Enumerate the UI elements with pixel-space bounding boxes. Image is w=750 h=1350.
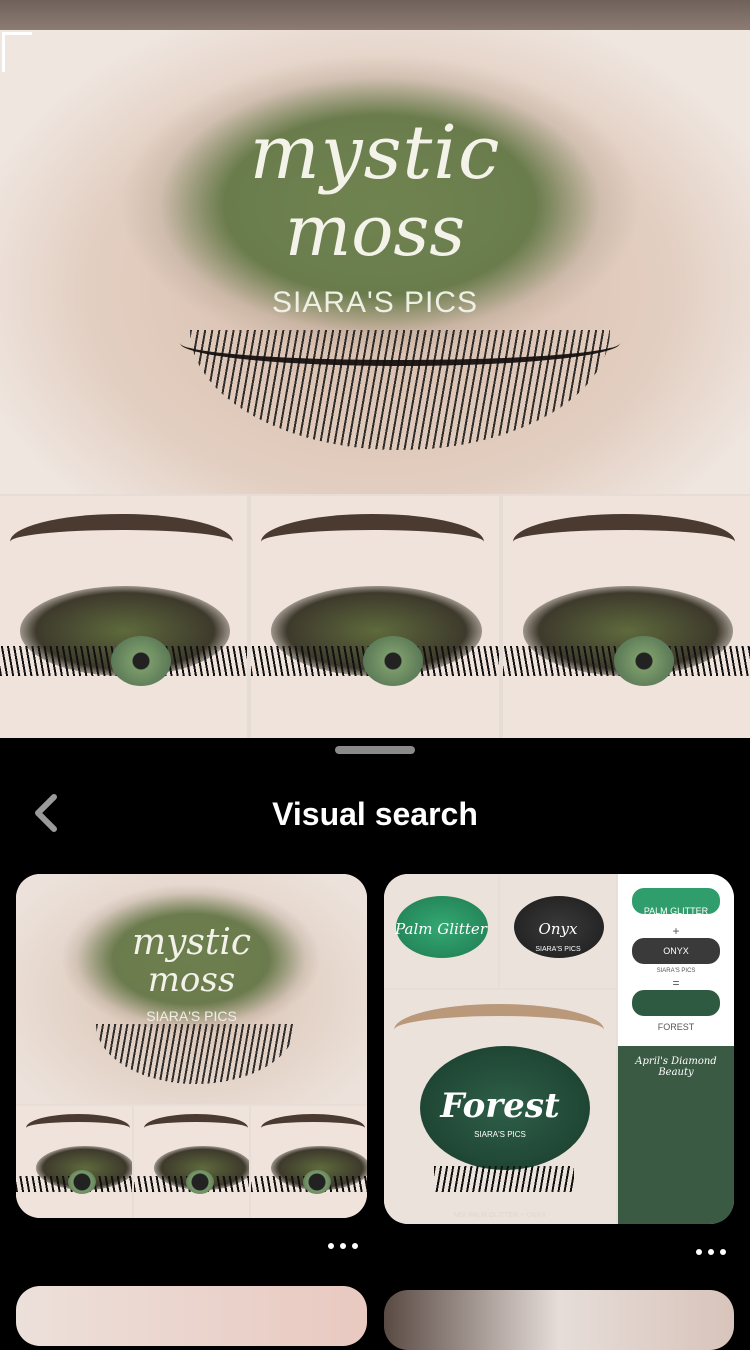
plus-sign: +	[672, 924, 680, 938]
forest-eye-image: Forest SIARA'S PICS MIX PALM GLITTER + O…	[384, 990, 616, 1224]
eye-look-thumbnail	[251, 496, 499, 738]
onyx-label: Onyx	[538, 920, 578, 938]
swatch-mid-watermark: SIARA'S PICS	[656, 968, 696, 974]
hero-watermark: SIARA'S PICS	[271, 286, 479, 319]
pin-title-line1: mystic	[131, 922, 252, 963]
hero-eye-thumbnails	[0, 496, 750, 738]
swatch-mid-label: ONYX	[663, 946, 689, 956]
pin-watermark: SIARA'S PICS	[146, 1008, 237, 1024]
result-pin-forest[interactable]: Palm Glitter Onyx SIARA'S PICS PALM GLIT…	[384, 874, 734, 1224]
lashes	[190, 330, 610, 450]
onyx-swatch-image: Onyx SIARA'S PICS	[500, 874, 616, 988]
visual-search-header: Visual search	[0, 770, 750, 860]
eye-look-thumbnail	[502, 496, 750, 738]
more-dots-icon	[328, 1243, 334, 1249]
pin-main-image: mystic moss SIARA'S PICS	[16, 874, 367, 1104]
pin-more-button[interactable]	[696, 1244, 726, 1260]
forest-label: Forest	[440, 1086, 560, 1126]
result-pin[interactable]	[16, 1286, 367, 1346]
eye-look-thumbnail	[16, 1106, 132, 1218]
mix-note: MIX PALM GLITTER + ONYX	[453, 1212, 547, 1219]
equals-sign: =	[672, 976, 680, 990]
onyx-watermark: SIARA'S PICS	[535, 946, 581, 953]
result-pin[interactable]	[384, 1290, 734, 1350]
hero-title-line2: moss	[284, 190, 466, 272]
result-pin-mystic-moss[interactable]: mystic moss SIARA'S PICS	[16, 874, 367, 1218]
swatch-top-label: PALM GLITTER	[643, 906, 709, 916]
color-mix-legend: PALM GLITTER + ONYX SIARA'S PICS = FORES…	[618, 874, 734, 1046]
forest-watermark: SIARA'S PICS	[474, 1130, 526, 1139]
brand-panel: April's Diamond Beauty	[618, 1046, 734, 1224]
hero-main-eye-image: mystic moss SIARA'S PICS	[0, 30, 750, 494]
results-grid: mystic moss SIARA'S PICS Palm Glitter On…	[0, 870, 750, 1350]
crop-corner-handle[interactable]	[2, 32, 32, 72]
sheet-drag-handle[interactable]	[335, 746, 415, 754]
palm-glitter-swatch-image: Palm Glitter	[384, 874, 498, 988]
eye-look-thumbnail	[251, 1106, 367, 1218]
pin-title-line2: moss	[147, 960, 236, 1000]
page-title: Visual search	[272, 796, 478, 832]
status-strip	[0, 0, 750, 30]
eye-look-thumbnail	[133, 1106, 250, 1218]
hero-title-line1: mystic	[249, 110, 501, 196]
more-dots-icon	[696, 1249, 702, 1255]
eye-look-thumbnail	[0, 496, 248, 738]
pin-more-button[interactable]	[328, 1238, 358, 1254]
pin-eye-thumbnails	[16, 1106, 367, 1218]
brand-name: April's Diamond Beauty	[635, 1056, 717, 1078]
swatch-bottom-label: FOREST	[657, 1022, 695, 1032]
hero-image[interactable]: mystic moss SIARA'S PICS	[0, 30, 750, 738]
lashes	[96, 1024, 296, 1084]
palm-glitter-label: Palm Glitter	[395, 920, 487, 938]
